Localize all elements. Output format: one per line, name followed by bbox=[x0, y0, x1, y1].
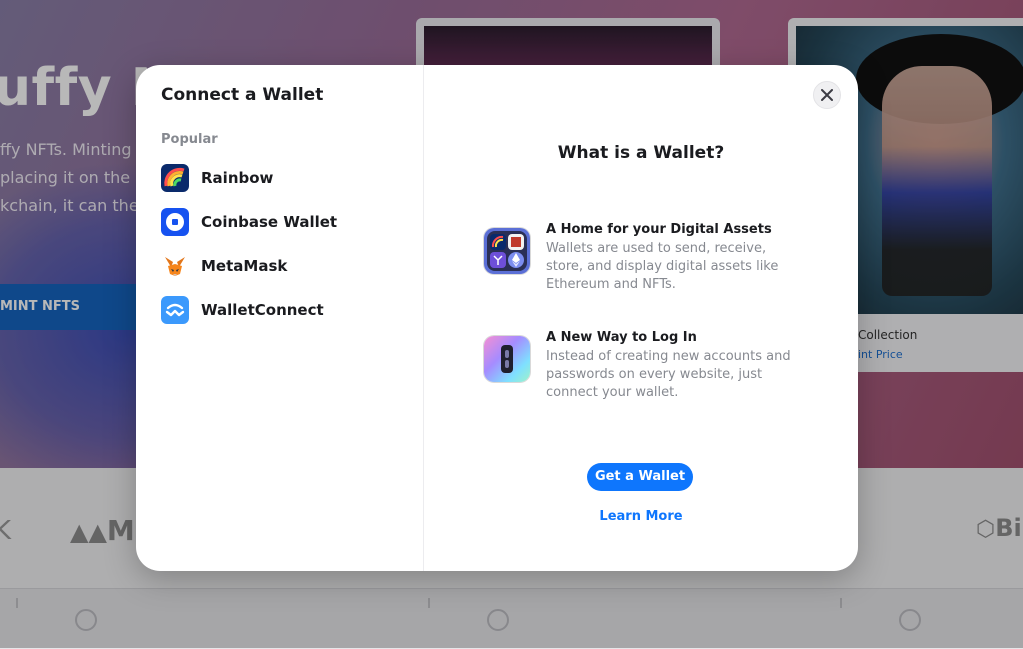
info-description: Instead of creating new accounts and pas… bbox=[546, 349, 791, 400]
wallet-label: WalletConnect bbox=[201, 301, 324, 319]
wallet-option-coinbase[interactable]: Coinbase Wallet bbox=[161, 208, 411, 236]
info-description: Wallets are used to send, receive, store… bbox=[546, 241, 779, 292]
info-title: A New Way to Log In bbox=[546, 330, 697, 345]
metamask-fox-icon bbox=[161, 252, 189, 280]
wallet-label: Coinbase Wallet bbox=[201, 213, 338, 231]
connect-wallet-modal: Connect a Wallet Popular Rainbow Coinbas… bbox=[136, 65, 858, 571]
what-is-wallet-title: What is a Wallet? bbox=[557, 143, 725, 163]
wallet-list: Rainbow Coinbase Wallet MetaMask WalletC… bbox=[161, 164, 411, 340]
wallet-label: MetaMask bbox=[201, 257, 288, 275]
coinbase-icon bbox=[161, 208, 189, 236]
info-digital-assets: A Home for your Digital Assets Wallets a… bbox=[484, 222, 804, 294]
wallet-option-metamask[interactable]: MetaMask bbox=[161, 252, 411, 280]
close-icon bbox=[821, 89, 833, 101]
section-label-popular: Popular bbox=[161, 132, 218, 147]
digital-assets-icon bbox=[484, 228, 530, 274]
modal-title: Connect a Wallet bbox=[161, 85, 324, 105]
wallet-info-panel: What is a Wallet? A Home for your Digita… bbox=[424, 65, 858, 571]
wallet-option-rainbow[interactable]: Rainbow bbox=[161, 164, 411, 192]
info-text: A New Way to Log In Instead of creating … bbox=[546, 330, 796, 402]
close-button[interactable] bbox=[813, 81, 841, 109]
wallet-option-walletconnect[interactable]: WalletConnect bbox=[161, 296, 411, 324]
info-text: A Home for your Digital Assets Wallets a… bbox=[546, 222, 796, 294]
rainbow-icon bbox=[161, 164, 189, 192]
walletconnect-icon bbox=[161, 296, 189, 324]
wallet-label: Rainbow bbox=[201, 169, 274, 187]
wallet-list-panel: Connect a Wallet Popular Rainbow Coinbas… bbox=[136, 65, 424, 571]
learn-more-link[interactable]: Learn More bbox=[424, 509, 858, 524]
info-title: A Home for your Digital Assets bbox=[546, 222, 772, 237]
login-key-icon bbox=[484, 336, 530, 382]
get-a-wallet-button[interactable]: Get a Wallet bbox=[587, 463, 693, 491]
info-new-login: A New Way to Log In Instead of creating … bbox=[484, 330, 804, 402]
